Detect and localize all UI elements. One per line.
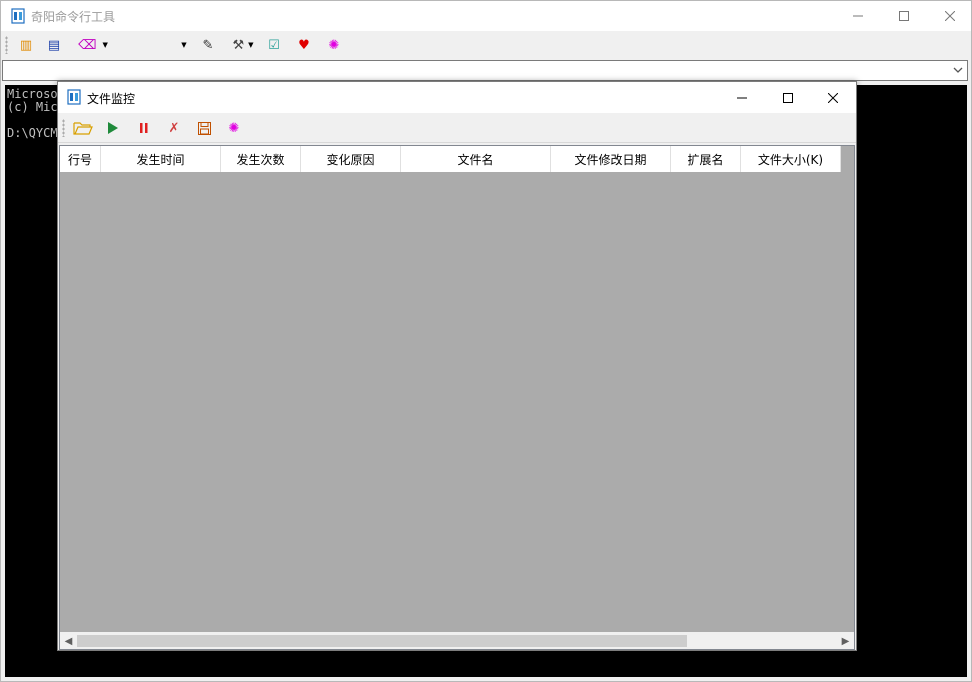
gear-icon: ✺ (328, 37, 340, 53)
title-bar: 奇阳命令行工具 (1, 1, 971, 31)
column-header-count[interactable]: 发生次数 (221, 146, 301, 172)
file-change-list[interactable]: 行号 发生时间 发生次数 变化原因 文件名 文件修改日期 扩展名 文件大小(K)… (59, 145, 855, 650)
scrollbar-thumb[interactable] (77, 635, 687, 647)
toolbar-grip[interactable] (62, 119, 65, 137)
maximize-icon (783, 92, 793, 103)
window-title: 奇阳命令行工具 (31, 10, 116, 24)
close-icon (945, 11, 955, 21)
column-header-filename[interactable]: 文件名 (401, 146, 551, 172)
maximize-button[interactable] (881, 1, 927, 31)
delete-icon: ✗ (168, 120, 180, 136)
file-monitor-window: 文件监控 ✗ ✺ 行号 发生时间 发生次数 变化原因 文件名 文件修改日期 扩展… (57, 81, 857, 651)
pause-icon (140, 123, 148, 133)
pause-button[interactable] (133, 118, 155, 138)
chevron-down-icon: ▼ (181, 41, 187, 49)
tools-icon: ⚒ (232, 37, 245, 53)
maximize-icon (899, 11, 909, 21)
eraser-dropdown-button[interactable]: ⌫ ▼ (73, 35, 113, 55)
file-monitor-maximize-button[interactable] (765, 82, 811, 113)
column-header-modified-date[interactable]: 文件修改日期 (551, 146, 671, 172)
file-monitor-toolbar: ✗ ✺ (58, 113, 856, 143)
main-window: 奇阳命令行工具 ▥ ▤ ⌫ ▼ ▼ ✎ ⚒ ▼ ☑ ♥ ✺ Microso (c… (0, 0, 972, 682)
main-toolbar: ▥ ▤ ⌫ ▼ ▼ ✎ ⚒ ▼ ☑ ♥ ✺ (1, 31, 971, 59)
book-icon: ▤ (47, 37, 61, 53)
tools-dropdown-button[interactable]: ⚒ ▼ (227, 35, 259, 55)
chevron-down-icon[interactable] (952, 64, 964, 76)
list-header: 行号 发生时间 发生次数 变化原因 文件名 文件修改日期 扩展名 文件大小(K) (60, 146, 841, 172)
save-button[interactable] (193, 118, 215, 138)
column-header-reason[interactable]: 变化原因 (301, 146, 401, 172)
app-icon (67, 89, 81, 105)
column-header-row-number[interactable]: 行号 (60, 146, 101, 172)
settings-button[interactable]: ✺ (323, 35, 345, 55)
start-button[interactable] (102, 118, 124, 138)
settings-button[interactable]: ✺ (223, 118, 245, 138)
book-button[interactable]: ▤ (43, 35, 65, 55)
minimize-icon (737, 97, 747, 98)
chevron-down-icon: ▼ (248, 41, 254, 49)
play-icon (108, 122, 118, 134)
gear-icon: ✺ (228, 120, 240, 136)
save-icon (197, 121, 211, 135)
minimize-button[interactable] (835, 1, 881, 31)
command-input[interactable] (2, 60, 968, 81)
close-icon (828, 92, 838, 103)
wand-button[interactable]: ✎ (197, 35, 219, 55)
file-monitor-title-bar: 文件监控 (58, 82, 856, 113)
file-monitor-title: 文件监控 (87, 92, 136, 106)
copy-button[interactable]: ▥ (15, 35, 37, 55)
scroll-right-icon[interactable]: ▶ (837, 633, 854, 649)
favorite-button[interactable]: ♥ (293, 35, 315, 55)
file-monitor-minimize-button[interactable] (719, 82, 765, 113)
delete-button[interactable]: ✗ (163, 118, 185, 138)
open-folder-icon (73, 122, 93, 135)
checkbox-icon: ☑ (268, 37, 280, 53)
close-button[interactable] (927, 1, 972, 31)
copy-icon: ▥ (19, 37, 33, 53)
checkbox-button[interactable]: ☑ (263, 35, 285, 55)
app-icon (11, 8, 25, 24)
column-header-file-size[interactable]: 文件大小(K) (741, 146, 841, 172)
open-folder-button[interactable] (70, 118, 96, 138)
minimize-icon (853, 15, 863, 17)
column-header-extension[interactable]: 扩展名 (671, 146, 741, 172)
file-monitor-close-button[interactable] (810, 82, 856, 113)
scroll-left-icon[interactable]: ◀ (60, 633, 77, 649)
toolbar-grip[interactable] (5, 36, 8, 54)
dropdown-arrow-button[interactable]: ▼ (177, 35, 191, 55)
heart-icon: ♥ (298, 37, 310, 53)
horizontal-scrollbar[interactable]: ◀ ▶ (60, 632, 854, 649)
column-header-time[interactable]: 发生时间 (101, 146, 221, 172)
wand-icon: ✎ (202, 37, 214, 53)
chevron-down-icon: ▼ (102, 41, 108, 49)
eraser-icon: ⌫ (78, 37, 97, 53)
